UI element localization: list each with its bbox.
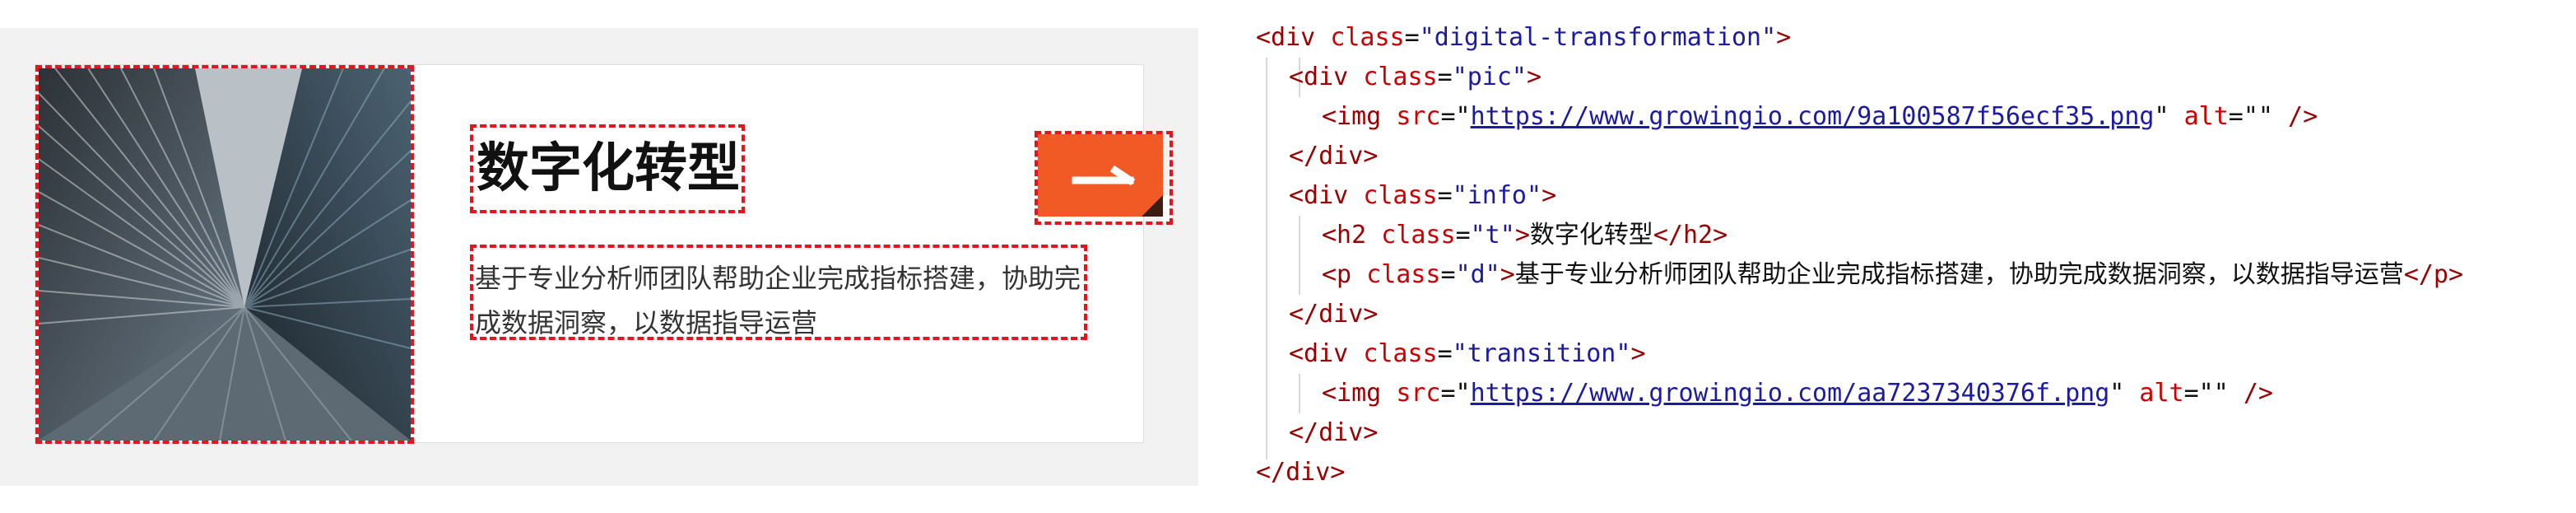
code-line-8: </div> [1289,300,1379,329]
code-link[interactable]: https://www.growingio.com/aa7237340376f.… [1471,379,2110,408]
code-line-1: <div class="digital-transformation"> [1256,23,1792,52]
indent-guide [1266,58,1267,459]
code-line-9: <div class="transition"> [1289,339,1646,368]
card-description: 基于专业分析师团队帮助企业完成指标搭建，协助完成数据洞察，以数据指导运营 [475,263,1081,338]
description-container: 基于专业分析师团队帮助企业完成指标搭建，协助完成数据洞察，以数据指导运营 [470,245,1087,340]
code-line-7: <p class="d">基于专业分析师团队帮助企业完成指标搭建，协助完成数据洞… [1322,260,2464,289]
code-line-11: </div> [1289,418,1379,447]
indent-guide [1299,216,1300,295]
code-line-12: </div> [1256,458,1346,487]
code-link[interactable]: https://www.growingio.com/9a100587f56ecf… [1471,102,2155,131]
title-container: 数字化转型 [470,124,745,213]
code-panel: <div class="digital-transformation"> <di… [1256,18,2564,496]
code-line-3: <img src="https://www.growingio.com/9a10… [1322,102,2318,131]
digital-transformation-card[interactable]: 数字化转型 基于专业分析师团队帮助企业完成指标搭建，协助完成数据洞察，以数据指导… [35,64,1173,444]
code-line-2: <div class="pic"> [1289,63,1542,91]
building-photo [39,68,411,441]
card-title: 数字化转型 [477,138,740,199]
rendered-preview: 数字化转型 基于专业分析师团队帮助企业完成指标搭建，协助完成数据洞察，以数据指导… [0,28,1198,486]
code-line-4: </div> [1289,142,1379,170]
arrow-right-icon [1038,134,1169,222]
indent-guide [1299,374,1300,413]
code-line-6: <h2 class="t">数字化转型</h2> [1322,221,1728,250]
screenshot-stage: 数字化转型 基于专业分析师团队帮助企业完成指标搭建，协助完成数据洞察，以数据指导… [0,0,2576,513]
code-line-10: <img src="https://www.growingio.com/aa72… [1322,379,2273,408]
pic-container [35,65,414,444]
transition-button[interactable] [1035,131,1173,225]
code-line-5: <div class="info"> [1289,181,1557,210]
